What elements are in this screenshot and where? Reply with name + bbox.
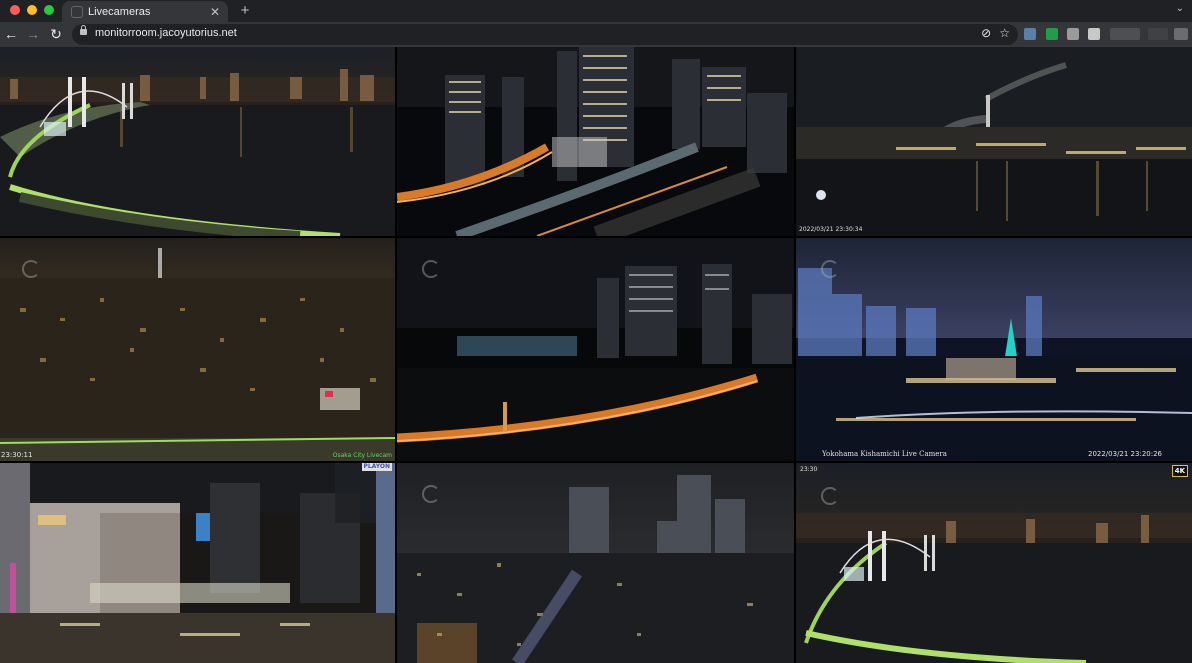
camera-feed-9[interactable]: 23:30 4K xyxy=(796,463,1192,663)
extension-icon[interactable] xyxy=(1046,28,1058,40)
bookmark-star-icon[interactable]: ☆ xyxy=(999,26,1010,40)
highway-towers-scene xyxy=(397,47,794,236)
reload-button[interactable]: ↻ xyxy=(47,25,65,43)
camera-watermark: Osaka City Livecam xyxy=(332,452,392,459)
extension-icon[interactable] xyxy=(1110,28,1140,40)
industrial-bay-scene xyxy=(796,47,1192,236)
loading-spinner-icon xyxy=(22,260,40,278)
loading-spinner-icon xyxy=(821,260,839,278)
loading-spinner-icon xyxy=(422,260,440,278)
loading-favicon-icon xyxy=(71,5,83,18)
extension-icon[interactable] xyxy=(1148,28,1168,40)
camera-feed-4[interactable]: 23:30:11 Osaka City Livecam xyxy=(0,238,395,461)
camera-feed-7[interactable]: PLAYON xyxy=(0,463,395,663)
street-scene xyxy=(0,463,395,663)
osaka-city-scene xyxy=(0,238,395,461)
minimize-window-button[interactable] xyxy=(27,5,37,15)
extension-icon[interactable] xyxy=(1088,28,1100,40)
eye-off-icon[interactable]: ⊘ xyxy=(981,26,991,40)
camera-timestamp: 2022/03/21 23:30:34 xyxy=(799,226,863,233)
camera-caption: Yokohama Kishamichi Live Camera xyxy=(822,450,947,458)
camera-grid: 2022/03/21 23:30:34 23:30:11 Osaka City … xyxy=(0,47,1192,663)
camera-feed-6[interactable]: Yokohama Kishamichi Live Camera 2022/03/… xyxy=(796,238,1192,461)
browser-chrome: Livecameras ✕ + ⌄ ← → ↻ monitorroom.jaco… xyxy=(0,0,1192,47)
camera-feed-8[interactable] xyxy=(397,463,794,663)
rainbow-bridge-scene xyxy=(0,47,395,236)
tab-title: Livecameras xyxy=(88,5,151,18)
address-bar[interactable]: monitorroom.jacoyutorius.net ⊘ ☆ xyxy=(72,24,1018,45)
camera-feed-2[interactable] xyxy=(397,47,794,236)
yokohama-scene xyxy=(796,238,1192,461)
new-tab-button[interactable]: + xyxy=(236,2,254,19)
tab-strip: Livecameras ✕ + ⌄ xyxy=(0,0,1192,22)
rainbow-bridge-4k-scene xyxy=(796,463,1192,663)
extension-icon[interactable] xyxy=(1024,28,1036,40)
lock-icon[interactable] xyxy=(80,25,87,35)
window-controls xyxy=(10,5,54,15)
tab-search-icon[interactable]: ⌄ xyxy=(1176,3,1184,14)
back-button[interactable]: ← xyxy=(2,25,20,43)
camera-feed-1[interactable] xyxy=(0,47,395,236)
loading-spinner-icon xyxy=(422,485,440,503)
dark-towers-scene xyxy=(397,238,794,461)
loading-spinner-icon xyxy=(821,487,839,505)
camera-feed-3[interactable]: 2022/03/21 23:30:34 xyxy=(796,47,1192,236)
shinjuku-scene xyxy=(397,463,794,663)
camera-watermark: PLAYON xyxy=(363,463,390,470)
close-window-button[interactable] xyxy=(10,5,20,15)
camera-timestamp: 2022/03/21 23:20:26 xyxy=(1087,450,1162,458)
camera-timestamp: 23:30 xyxy=(798,465,820,474)
forward-button[interactable]: → xyxy=(24,25,42,43)
4k-badge: 4K xyxy=(1171,465,1188,477)
camera-feed-5[interactable] xyxy=(397,238,794,461)
profile-avatar[interactable] xyxy=(1174,28,1188,40)
toolbar: ← → ↻ monitorroom.jacoyutorius.net ⊘ ☆ xyxy=(0,22,1192,47)
maximize-window-button[interactable] xyxy=(44,5,54,15)
extension-icon[interactable] xyxy=(1067,28,1079,40)
tab-close-icon[interactable]: ✕ xyxy=(208,5,222,19)
url-text[interactable]: monitorroom.jacoyutorius.net xyxy=(95,27,237,39)
tab-livecameras[interactable]: Livecameras ✕ xyxy=(62,1,228,22)
camera-timestamp: 23:30:11 xyxy=(1,451,33,459)
